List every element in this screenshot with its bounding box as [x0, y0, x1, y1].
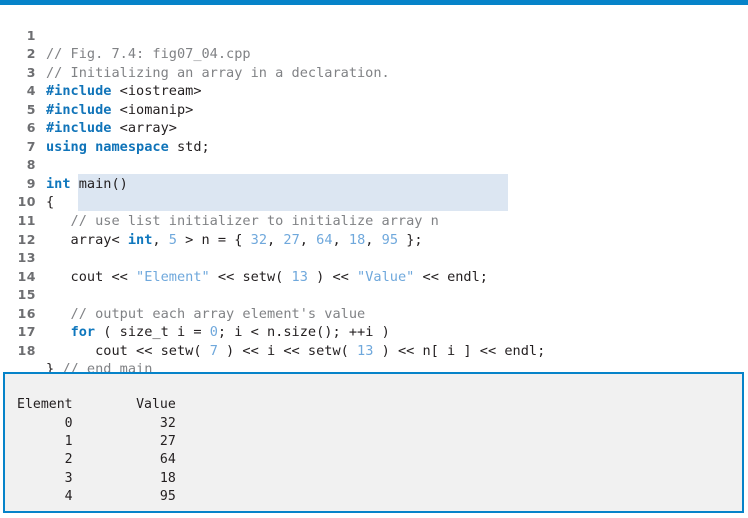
- code-line: 14: [0, 249, 748, 284]
- code-line: 13 cout << "Element" << setw( 13 ) << "V…: [0, 231, 748, 285]
- top-accent-rule: [0, 0, 748, 5]
- code-line: 7: [0, 119, 748, 154]
- code-line: 3 #include <iostream>: [0, 45, 748, 100]
- program-output-text: Element Value 0 32 1 27 2 64 3 18 4 95: [17, 397, 176, 505]
- code-line: 4 #include <iomanip>: [0, 64, 748, 118]
- code-line: 12: [0, 212, 748, 247]
- code-listing: 1 // Fig. 7.4: fig07_04.cpp 2 // Initial…: [0, 8, 748, 378]
- code-line: 18 } // end main: [0, 323, 748, 378]
- program-output-box: Element Value 0 32 1 27 2 64 3 18 4 95: [3, 372, 744, 513]
- code-line-highlighted: 11 array< int, 5 > n = { 32, 27, 64, 18,…: [0, 193, 748, 248]
- line-source: cout << setw( 7 ) << i << setw( 13 ) << …: [46, 342, 546, 359]
- code-line: 15 // output each array element's value: [0, 268, 748, 322]
- code-line: 2 // Initializing an array in a declarat…: [0, 27, 748, 81]
- code-line: 1 // Fig. 7.4: fig07_04.cpp: [0, 8, 748, 63]
- code-line: 8 int main(): [0, 138, 748, 192]
- code-line: 17 cout << setw( 7 ) << i << setw( 13 ) …: [0, 305, 748, 359]
- code-line: 6 using namespace std;: [0, 101, 748, 155]
- code-line-highlighted: 10 // use list initializer to initialize…: [0, 175, 748, 229]
- code-line: 9 {: [0, 156, 748, 211]
- code-line: 16 for ( size_t i = 0; i < n.size(); ++i…: [0, 286, 748, 341]
- code-line: 5 #include <array>: [0, 82, 748, 137]
- line-number: 18: [17, 342, 36, 358]
